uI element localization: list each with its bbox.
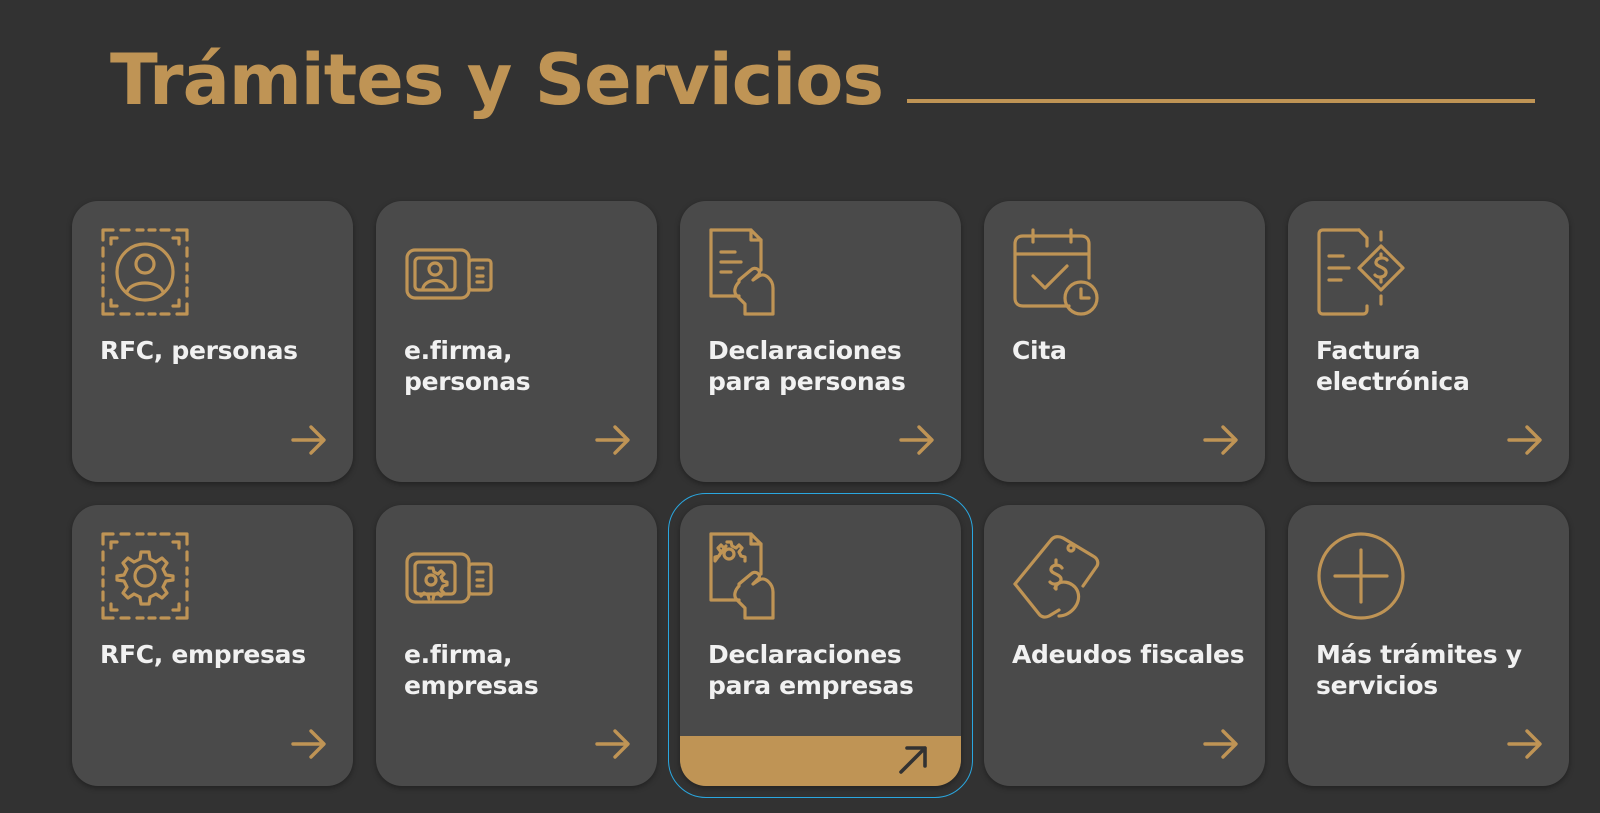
card-label: e.firma, empresas [404, 640, 539, 700]
card-hover-bar [680, 736, 961, 786]
document-hand-icon [707, 226, 799, 318]
arrow-right-icon [289, 420, 329, 460]
services-grid: RFC, personas e.firma, personas Declarac… [72, 201, 1569, 798]
header: Trámites y Servicios [110, 30, 1535, 130]
calendar-clock-icon [1011, 226, 1103, 318]
gear-scan-icon [99, 530, 191, 622]
card-label: e.firma, personas [404, 336, 531, 396]
card-rfc-personas[interactable]: RFC, personas [72, 201, 353, 482]
card-adeudos-fiscales[interactable]: Adeudos fiscales [984, 505, 1265, 786]
card-label: Cita [1012, 336, 1067, 365]
card-cita[interactable]: Cita [984, 201, 1265, 482]
plus-circle-icon [1315, 530, 1407, 622]
usb-id-icon [403, 226, 495, 318]
arrow-right-icon [1201, 420, 1241, 460]
card-rfc-empresas[interactable]: RFC, empresas [72, 505, 353, 786]
card-label: Declaraciones para empresas [708, 640, 914, 700]
card-label: Factura electrónica [1316, 336, 1470, 396]
invoice-dollar-icon [1315, 226, 1407, 318]
title-underline [907, 99, 1535, 103]
card-label: Declaraciones para personas [708, 336, 906, 396]
card-label: RFC, empresas [100, 640, 306, 669]
usb-gear-icon [403, 530, 495, 622]
arrow-right-icon [1505, 420, 1545, 460]
face-scan-icon [99, 226, 191, 318]
money-tag-hand-icon [1011, 530, 1103, 622]
arrow-right-icon [1201, 724, 1241, 764]
card-declaraciones-empresas[interactable]: Declaraciones para empresas [668, 493, 973, 798]
card-declaraciones-personas[interactable]: Declaraciones para personas [680, 201, 961, 482]
arrow-right-icon [1505, 724, 1545, 764]
arrow-right-icon [289, 724, 329, 764]
page-title: Trámites y Servicios [110, 39, 884, 121]
card-mas-tramites[interactable]: Más trámites y servicios [1288, 505, 1569, 786]
card-label: RFC, personas [100, 336, 298, 365]
arrow-right-icon [593, 420, 633, 460]
card-efirma-empresas[interactable]: e.firma, empresas [376, 505, 657, 786]
card-efirma-personas[interactable]: e.firma, personas [376, 201, 657, 482]
arrow-up-right-icon [893, 740, 933, 780]
card-label: Más trámites y servicios [1316, 640, 1522, 700]
page: Trámites y Servicios RFC, personas e.fir… [0, 0, 1600, 813]
arrow-right-icon [897, 420, 937, 460]
card-label: Adeudos fiscales [1012, 640, 1245, 669]
arrow-right-icon [593, 724, 633, 764]
card-factura-electronica[interactable]: Factura electrónica [1288, 201, 1569, 482]
document-gear-hand-icon [707, 530, 799, 622]
